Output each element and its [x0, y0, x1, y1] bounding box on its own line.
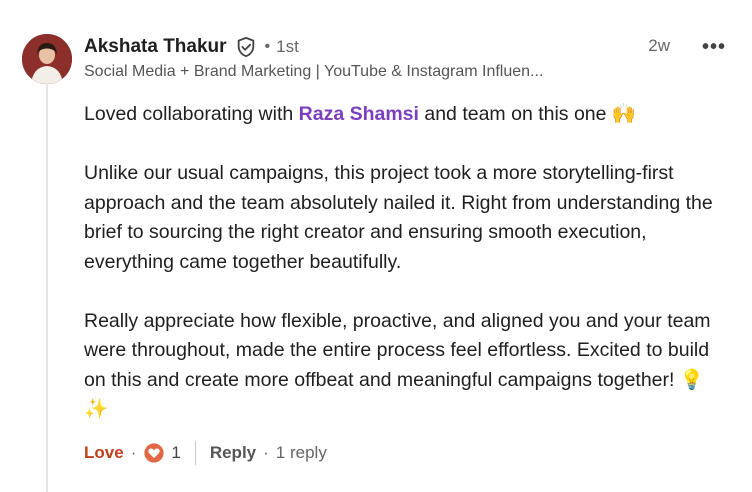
separator-dot: ·: [263, 443, 269, 462]
love-button[interactable]: Love: [84, 443, 124, 463]
separator-dot: ·: [130, 443, 137, 462]
thread-line: [46, 84, 48, 492]
comment-header: Akshata Thakur • 1st 2w ••• Social Media…: [84, 34, 732, 81]
comment-paragraph-2: Unlike our usual campaigns, this project…: [84, 162, 713, 273]
more-options-icon[interactable]: •••: [696, 34, 732, 60]
comment-paragraph-1: Loved collaborating with Raza Shamsi and…: [84, 103, 637, 125]
heart-reaction-icon[interactable]: [143, 442, 165, 464]
timestamp: 2w: [648, 36, 670, 55]
reply-button[interactable]: Reply: [210, 443, 256, 463]
avatar[interactable]: [22, 34, 72, 84]
comment-body: Loved collaborating with Raza Shamsi and…: [84, 100, 724, 425]
connection-degree: 1st: [276, 37, 299, 56]
comment-paragraph-3: Really appreciate how flexible, proactiv…: [84, 309, 711, 421]
reaction-count[interactable]: 1: [171, 443, 180, 463]
author-headline: Social Media + Brand Marketing | YouTube…: [84, 63, 544, 80]
comment-actions: Love · 1 Reply · 1 reply: [84, 440, 327, 466]
comment-card: Akshata Thakur • 1st 2w ••• Social Media…: [0, 0, 752, 492]
mention-link[interactable]: Raza Shamsi: [299, 103, 419, 125]
reply-count-link[interactable]: 1 reply: [276, 443, 327, 463]
author-name[interactable]: Akshata Thakur: [84, 36, 227, 58]
separator-dot: •: [264, 38, 271, 55]
verified-shield-icon: [235, 36, 257, 58]
action-divider: [194, 441, 196, 465]
